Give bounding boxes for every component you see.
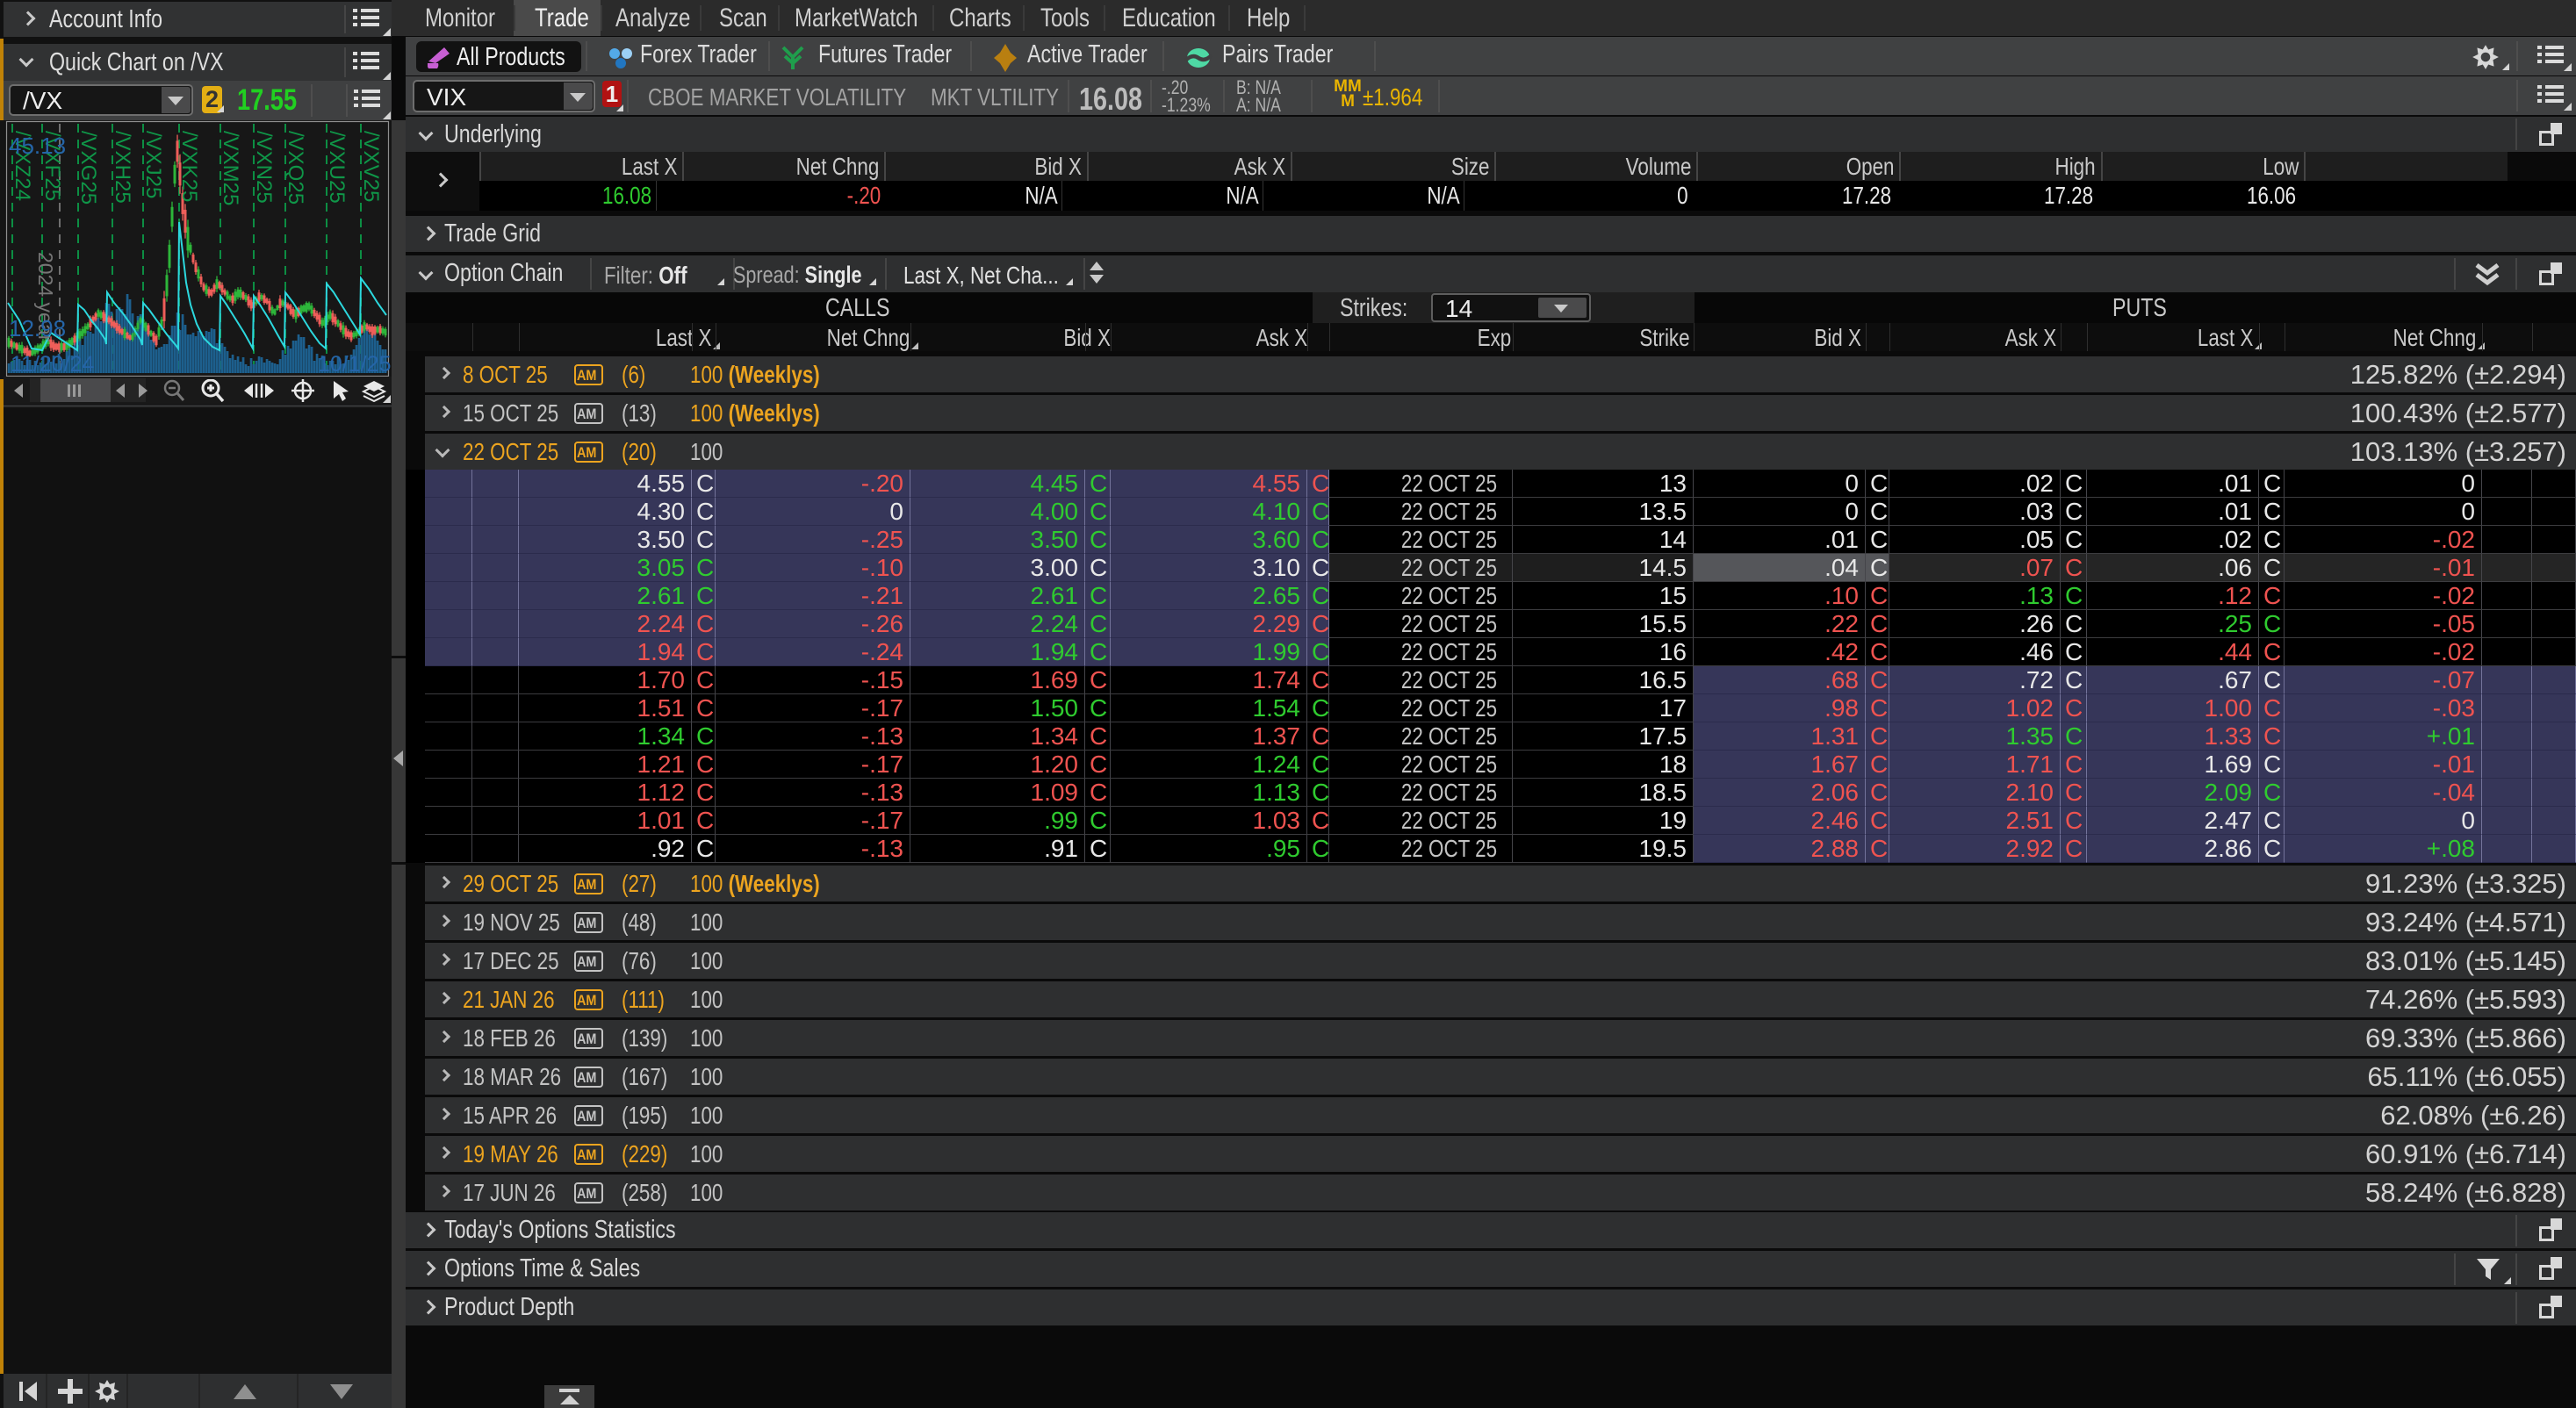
svg-text:12.98: 12.98 xyxy=(9,315,66,341)
svg-text:/VXH25: /VXH25 xyxy=(111,131,134,204)
svg-text:10/1/25: 10/1/25 xyxy=(318,352,391,377)
svg-text:45.13: 45.13 xyxy=(9,133,66,159)
svg-text:/VXN25: /VXN25 xyxy=(252,131,276,204)
svg-text:/VXV25: /VXV25 xyxy=(359,131,383,202)
svg-text:/VXG25: /VXG25 xyxy=(76,131,100,205)
svg-text:/VXQ25: /VXQ25 xyxy=(284,131,307,205)
svg-text:/VXM25: /VXM25 xyxy=(219,131,242,205)
svg-text:/VXJ25: /VXJ25 xyxy=(141,131,165,198)
svg-text:/VXK25: /VXK25 xyxy=(177,131,201,202)
svg-text:11/20/24: 11/20/24 xyxy=(11,352,95,377)
svg-text:/VXU25: /VXU25 xyxy=(325,131,349,204)
